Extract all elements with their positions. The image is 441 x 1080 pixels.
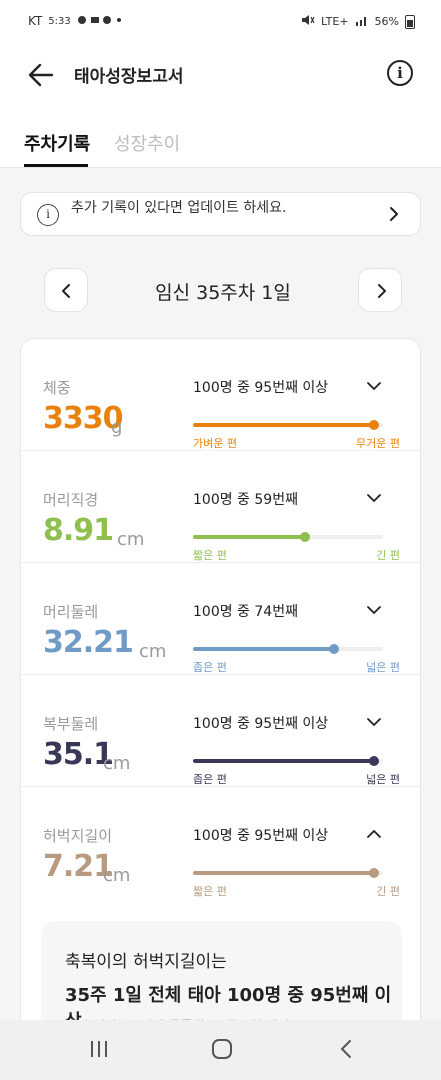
range-low-label: 짧은 편 bbox=[193, 549, 227, 562]
metric-unit: cm bbox=[117, 529, 145, 550]
percentile-fill bbox=[193, 759, 374, 763]
metric-unit: cm bbox=[103, 753, 131, 774]
percentile-bar bbox=[193, 420, 383, 430]
metric-label: 머리직경 bbox=[43, 491, 99, 509]
tab-weekly-record[interactable]: 주차기록 bbox=[24, 130, 90, 156]
chevron-down-icon[interactable] bbox=[366, 381, 382, 391]
percentile-bar bbox=[193, 644, 383, 654]
range-high-label: 긴 편 bbox=[376, 549, 400, 562]
percentile-marker bbox=[368, 756, 379, 766]
chevron-down-icon[interactable] bbox=[366, 493, 382, 503]
metric-row-head-circumference[interactable]: 머리둘레 32.21 cm 100명 중 74번째 좁은 편 넓은 편 bbox=[21, 563, 420, 675]
week-label: 임신 35주차 1일 bbox=[155, 282, 291, 304]
range-low-label: 좁은 편 bbox=[193, 773, 227, 786]
info-icon: i bbox=[37, 204, 59, 226]
home-icon[interactable] bbox=[211, 1038, 233, 1060]
system-navigation-bar bbox=[0, 1020, 441, 1080]
recent-apps-icon[interactable] bbox=[88, 1038, 110, 1060]
metric-unit: cm bbox=[139, 641, 167, 662]
percentile-fill bbox=[193, 647, 334, 651]
notification-icons bbox=[77, 14, 123, 28]
metric-value: 8.91 bbox=[43, 513, 114, 548]
metric-unit: g bbox=[111, 417, 123, 438]
metric-rank: 100명 중 95번째 이상 bbox=[193, 716, 329, 732]
clock: 5:33 bbox=[48, 15, 71, 27]
measurement-card: 체중 3330 g 100명 중 95번째 이상 가벼운 편 무거운 편 머리직… bbox=[20, 338, 421, 1080]
detail-subject: 축복이의 허벅지길이는 bbox=[65, 952, 227, 972]
battery-percent: 56% bbox=[374, 15, 399, 28]
range-low-label: 좁은 편 bbox=[193, 661, 227, 674]
status-bar: KT 5:33 LTE+ 56% bbox=[0, 0, 441, 44]
info-button[interactable]: i bbox=[387, 60, 413, 86]
percentile-marker bbox=[300, 532, 311, 542]
info-icon: i bbox=[397, 64, 403, 82]
app-bar: 태아성장보고서 i bbox=[0, 44, 441, 104]
chevron-right-icon bbox=[378, 284, 386, 298]
range-high-label: 긴 편 bbox=[376, 885, 400, 898]
chevron-up-icon[interactable] bbox=[366, 829, 382, 839]
metric-rank: 100명 중 95번째 이상 bbox=[193, 828, 329, 844]
update-notice-banner[interactable]: i 추가 기록이 있다면 업데이트 하세요. bbox=[20, 192, 421, 236]
active-tab-indicator bbox=[24, 164, 88, 167]
back-nav-icon[interactable] bbox=[336, 1038, 358, 1060]
range-high-label: 무거운 편 bbox=[356, 437, 400, 450]
metric-rank: 100명 중 74번째 bbox=[193, 604, 298, 620]
week-navigator: 임신 35주차 1일 bbox=[44, 268, 402, 312]
signal-icon bbox=[355, 14, 369, 29]
notice-text: 추가 기록이 있다면 업데이트 하세요. bbox=[71, 200, 287, 216]
metric-row-abdominal-circumference[interactable]: 복부둘레 35.1 cm 100명 중 95번째 이상 좁은 편 넓은 편 bbox=[21, 675, 420, 787]
battery-icon bbox=[405, 14, 415, 29]
mute-icon bbox=[301, 14, 315, 29]
metric-value: 32.21 bbox=[43, 625, 134, 660]
percentile-fill bbox=[193, 871, 374, 875]
percentile-bar bbox=[193, 532, 383, 542]
tab-bar: 주차기록 성장추이 bbox=[0, 104, 441, 168]
network-type: LTE+ bbox=[321, 15, 349, 28]
chevron-down-icon[interactable] bbox=[366, 717, 382, 727]
metric-label: 머리둘레 bbox=[43, 603, 99, 621]
chevron-down-icon[interactable] bbox=[366, 605, 382, 615]
metric-row-femur-length[interactable]: 허벅지길이 7.21 cm 100명 중 95번째 이상 짧은 편 긴 편 bbox=[21, 787, 420, 899]
metric-label: 허벅지길이 bbox=[43, 827, 113, 845]
percentile-marker bbox=[368, 868, 379, 878]
page-title: 태아성장보고서 bbox=[74, 67, 184, 87]
percentile-marker bbox=[328, 644, 339, 654]
back-button[interactable] bbox=[24, 58, 58, 92]
metric-label: 복부둘레 bbox=[43, 715, 99, 733]
metric-label: 체중 bbox=[43, 379, 71, 397]
percentile-bar bbox=[193, 756, 383, 766]
metric-rank: 100명 중 95번째 이상 bbox=[193, 380, 329, 396]
range-high-label: 넓은 편 bbox=[366, 661, 400, 674]
metric-unit: cm bbox=[103, 865, 131, 886]
arrow-left-icon bbox=[28, 63, 54, 87]
metric-row-weight[interactable]: 체중 3330 g 100명 중 95번째 이상 가벼운 편 무거운 편 bbox=[21, 339, 420, 451]
range-high-label: 넓은 편 bbox=[366, 773, 400, 786]
next-week-button[interactable] bbox=[358, 268, 402, 312]
chevron-right-icon bbox=[390, 207, 398, 221]
percentile-fill bbox=[193, 423, 374, 427]
percentile-fill bbox=[193, 535, 306, 539]
metric-rank: 100명 중 59번째 bbox=[193, 492, 298, 508]
range-low-label: 짧은 편 bbox=[193, 885, 227, 898]
metric-row-head-diameter[interactable]: 머리직경 8.91 cm 100명 중 59번째 짧은 편 긴 편 bbox=[21, 451, 420, 563]
percentile-marker bbox=[368, 420, 379, 430]
tab-growth-trend[interactable]: 성장추이 bbox=[114, 130, 180, 156]
carrier-label: KT bbox=[28, 14, 43, 28]
range-low-label: 가벼운 편 bbox=[193, 437, 237, 450]
percentile-bar bbox=[193, 868, 383, 878]
